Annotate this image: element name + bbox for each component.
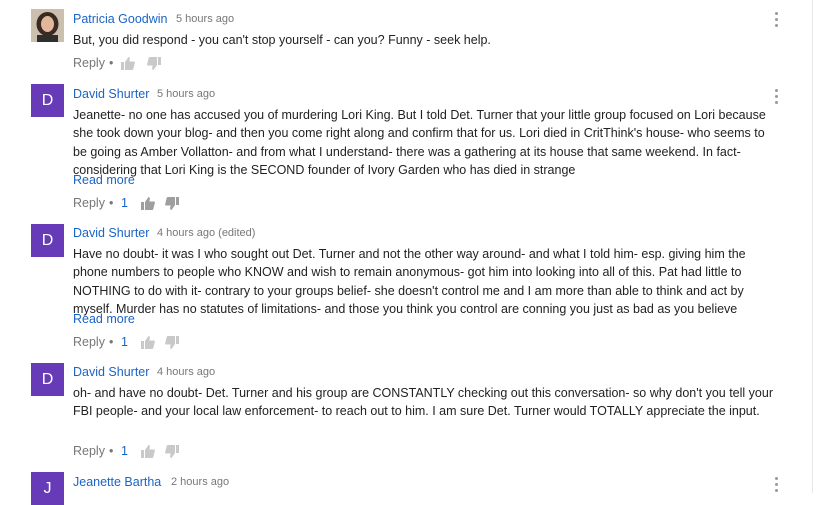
comment-text: Jeanette- no one has accused you of murd… — [73, 108, 766, 177]
thumbs-down-icon — [165, 197, 179, 210]
like-count: 1 — [121, 335, 128, 349]
separator-dot: • — [109, 335, 114, 349]
comment-author[interactable]: David Shurter — [73, 87, 149, 101]
dislike-button[interactable] — [165, 197, 179, 210]
comment-author[interactable]: David Shurter — [73, 365, 149, 379]
comment-author[interactable]: Patricia Goodwin — [73, 12, 168, 26]
like-button[interactable] — [141, 336, 155, 349]
like-button[interactable] — [141, 445, 155, 458]
reply-button[interactable]: Reply — [73, 196, 105, 210]
thumbs-down-icon — [165, 336, 179, 349]
avatar[interactable] — [31, 9, 64, 42]
read-more-link[interactable]: Read more — [73, 173, 135, 187]
like-count: 1 — [121, 196, 128, 210]
thumbs-down-icon — [147, 57, 161, 70]
reply-button[interactable]: Reply — [73, 444, 105, 458]
thumbs-down-icon — [165, 445, 179, 458]
comment-timestamp[interactable]: 5 hours ago — [157, 88, 215, 100]
comment-menu-button[interactable] — [774, 12, 780, 28]
comment-author[interactable]: David Shurter — [73, 226, 149, 240]
dislike-button[interactable] — [147, 57, 161, 70]
comment-author[interactable]: Jeanette Bartha — [73, 475, 161, 489]
dislike-button[interactable] — [165, 445, 179, 458]
separator-dot: • — [109, 56, 114, 70]
comment-text: Have no doubt- it was I who sought out D… — [73, 247, 746, 316]
comment-menu-button[interactable] — [774, 89, 780, 105]
reply-button[interactable]: Reply — [73, 56, 105, 70]
like-button[interactable] — [121, 57, 135, 70]
scroll-edge — [812, 0, 813, 493]
comment-timestamp[interactable]: 2 hours ago — [171, 476, 229, 488]
avatar[interactable]: D — [31, 363, 64, 396]
comment-menu-button[interactable] — [774, 477, 780, 493]
separator-dot: • — [109, 196, 114, 210]
reply-button[interactable]: Reply — [73, 335, 105, 349]
comment-timestamp[interactable]: 4 hours ago (edited) — [157, 227, 255, 239]
comment-timestamp[interactable]: 5 hours ago — [176, 13, 234, 25]
thumbs-up-icon — [141, 445, 155, 458]
thumbs-up-icon — [141, 336, 155, 349]
comment-text: But, you did respond - you can't stop yo… — [73, 33, 491, 47]
avatar[interactable]: J — [31, 472, 64, 505]
thumbs-up-icon — [121, 57, 135, 70]
like-count: 1 — [121, 444, 128, 458]
avatar[interactable]: D — [31, 224, 64, 257]
thumbs-up-icon — [141, 197, 155, 210]
profile-photo — [31, 9, 64, 42]
separator-dot: • — [109, 444, 114, 458]
comment-text: oh- and have no doubt- Det. Turner and h… — [73, 386, 773, 419]
comment-timestamp[interactable]: 4 hours ago — [157, 366, 215, 378]
like-button[interactable] — [141, 197, 155, 210]
dislike-button[interactable] — [165, 336, 179, 349]
read-more-link[interactable]: Read more — [73, 312, 135, 326]
avatar[interactable]: D — [31, 84, 64, 117]
